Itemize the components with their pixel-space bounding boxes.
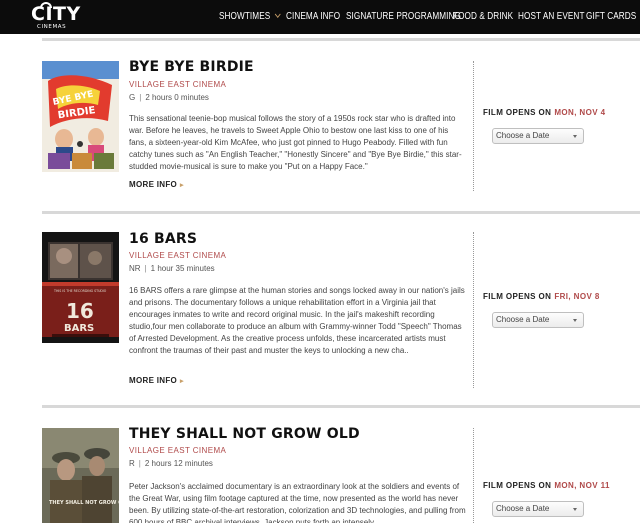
film-venue: VILLAGE EAST CINEMA (129, 80, 227, 89)
more-info-link[interactable]: MORE INFO ▸ (129, 376, 184, 385)
logo-main-text: CITY (31, 3, 81, 25)
poster-art: BYE BYE BIRDIE (42, 61, 119, 172)
svg-text:THEY SHALL NOT GROW OLD: THEY SHALL NOT GROW OLD (49, 500, 119, 506)
dotted-separator (473, 428, 474, 523)
logo-sub-text: CINEMAS (37, 24, 67, 30)
film-poster-bye-bye-birdie[interactable]: BYE BYE BIRDIE (42, 61, 119, 172)
dotted-separator (473, 232, 474, 388)
film-venue: VILLAGE EAST CINEMA (129, 446, 227, 455)
film-title[interactable]: 16 BARS (129, 231, 197, 247)
caret-down-icon (573, 319, 577, 322)
chevron-down-icon (274, 10, 281, 18)
choose-date-select[interactable]: Choose a Date (492, 501, 584, 517)
film-poster-they-shall-not-grow-old[interactable]: THEY SHALL NOT GROW OLD (42, 428, 119, 523)
film-title[interactable]: THEY SHALL NOT GROW OLD (129, 426, 360, 442)
film-opens-date: MON, NOV 4 (554, 108, 606, 117)
select-placeholder: Choose a Date (496, 504, 550, 513)
poster-tagline: THIS IS THE RECORDING STUDIO (53, 289, 107, 293)
divider (42, 405, 640, 408)
poster-art: THIS IS THE RECORDING STUDIO 16 BARS (42, 232, 119, 343)
select-placeholder: Choose a Date (496, 131, 550, 140)
film-description: 16 BARS offers a rare glimpse at the hum… (129, 286, 465, 355)
svg-text:BARS: BARS (64, 323, 94, 334)
film-rating: NR (129, 264, 141, 273)
film-rating: G (129, 93, 136, 102)
nav-showtimes[interactable]: SHOWTIMES (219, 0, 281, 34)
divider (42, 38, 640, 41)
dotted-separator (473, 61, 474, 191)
svg-text:16: 16 (66, 299, 94, 323)
film-poster-16-bars[interactable]: THIS IS THE RECORDING STUDIO 16 BARS (42, 232, 119, 343)
film-venue: VILLAGE EAST CINEMA (129, 251, 227, 260)
film-opens-date: MON, NOV 11 (554, 481, 610, 490)
film-opens: FILM OPENS ON MON, NOV 4 (483, 108, 605, 117)
meta-separator: | (138, 459, 141, 468)
film-opens-label: FILM OPENS ON (483, 292, 552, 301)
nav-food-drink[interactable]: FOOD & DRINK (453, 0, 513, 34)
film-meta: R | 2 hours 12 minutes (129, 459, 213, 468)
poster-art: THEY SHALL NOT GROW OLD (42, 428, 119, 523)
film-description: Peter Jackson's acclaimed documentary is… (129, 482, 466, 523)
meta-separator: | (139, 93, 142, 102)
nav-cinema-info[interactable]: CINEMA INFO (286, 0, 340, 34)
film-opens: FILM OPENS ON FRI, NOV 8 (483, 292, 600, 301)
nav-gift-cards[interactable]: GIFT CARDS (586, 0, 636, 34)
top-nav-bar: CITY CINEMAS SHOWTIMES CINEMA INFO SIGNA… (0, 0, 640, 34)
chevron-right-icon: ▸ (180, 378, 184, 385)
film-title[interactable]: BYE BYE BIRDIE (129, 59, 254, 75)
city-cinemas-logo[interactable]: CITY CINEMAS (31, 2, 85, 31)
film-opens: FILM OPENS ON MON, NOV 11 (483, 481, 610, 490)
more-info-label: MORE INFO (129, 180, 178, 189)
film-opens-label: FILM OPENS ON (483, 108, 552, 117)
meta-separator: | (144, 264, 147, 273)
choose-date-select[interactable]: Choose a Date (492, 312, 584, 328)
film-description: This sensational teenie-bop musical foll… (129, 114, 462, 171)
film-runtime: 1 hour 35 minutes (150, 264, 215, 273)
nav-signature-programming[interactable]: SIGNATURE PROGRAMMING (346, 0, 461, 34)
chevron-right-icon: ▸ (180, 182, 184, 189)
more-info-label: MORE INFO (129, 376, 178, 385)
film-runtime: 2 hours 12 minutes (144, 459, 213, 468)
more-info-link[interactable]: MORE INFO ▸ (129, 180, 184, 189)
select-placeholder: Choose a Date (496, 315, 550, 324)
film-rating: R (129, 459, 135, 468)
film-opens-label: FILM OPENS ON (483, 481, 552, 490)
film-runtime: 2 hours 0 minutes (145, 93, 209, 102)
film-opens-date: FRI, NOV 8 (554, 292, 600, 301)
nav-showtimes-label: SHOWTIMES (219, 11, 271, 22)
film-meta: NR | 1 hour 35 minutes (129, 264, 215, 273)
film-meta: G | 2 hours 0 minutes (129, 93, 209, 102)
nav-host-event[interactable]: HOST AN EVENT (518, 0, 585, 34)
caret-down-icon (573, 135, 577, 138)
choose-date-select[interactable]: Choose a Date (492, 128, 584, 144)
caret-down-icon (573, 508, 577, 511)
divider (42, 211, 640, 214)
